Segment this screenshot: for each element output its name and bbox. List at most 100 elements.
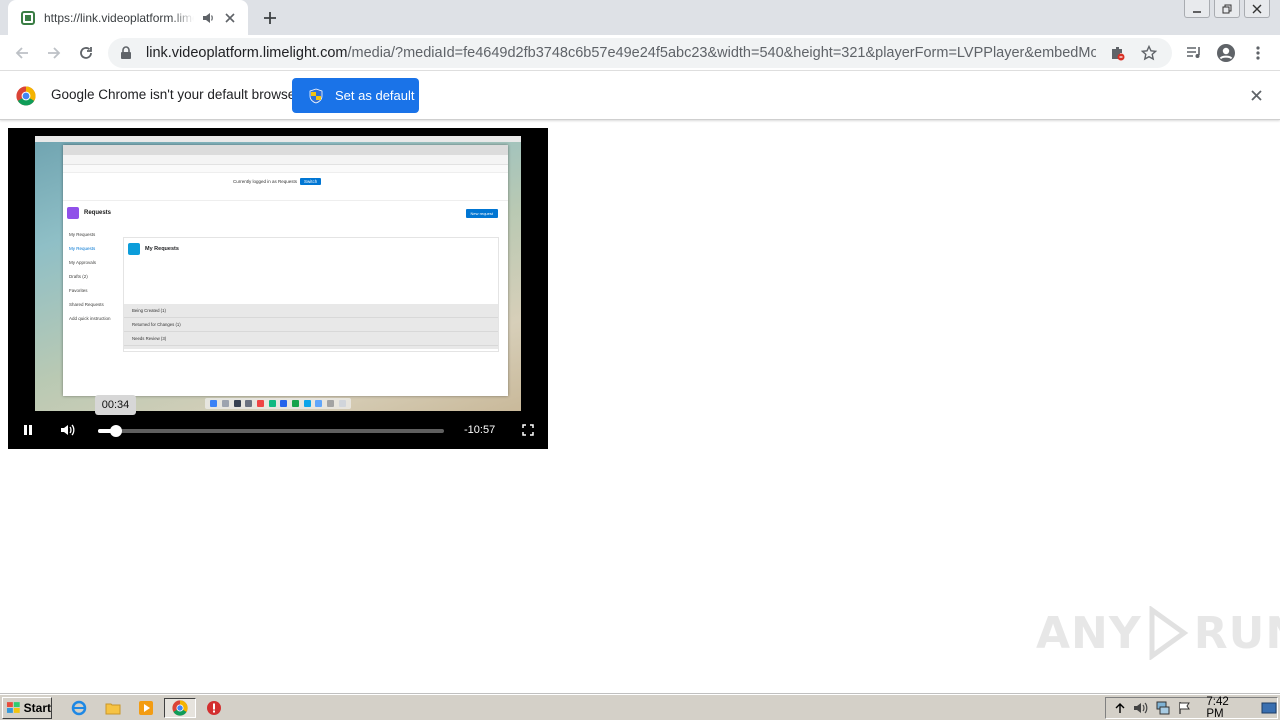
watermark-left-text: ANY [1036,607,1142,659]
close-window-button[interactable] [1244,0,1270,18]
taskbar-explorer-icon[interactable] [102,698,124,718]
windows-taskbar: Start 7:42 PM [0,694,1280,720]
url-path: /media/?mediaId=fe4649d2fb3748c6b57e49e2… [347,45,1096,61]
tray-flag-icon[interactable] [1177,700,1192,716]
player-controls: -10:57 [8,411,548,449]
fullscreen-icon [522,424,534,436]
taskbar-chrome-icon[interactable] [164,698,196,718]
restore-button[interactable] [1214,0,1240,18]
minimize-button[interactable] [1184,0,1210,18]
start-label: Start [23,701,51,715]
pause-button[interactable] [20,422,36,438]
video-frame-table: Being Created (1) Returned for Changes (… [124,304,498,349]
tray-expand-icon[interactable] [1112,700,1127,716]
video-frame-sidebar-item: Favorites [69,288,88,293]
close-icon [1252,4,1262,13]
video-frame-browser-window: Currently logged in as Requests Switch Re… [63,145,508,396]
new-tab-button[interactable] [258,6,282,30]
media-queue-icon [1187,47,1200,58]
windows-logo-icon [6,702,20,713]
browser-tab[interactable]: https://link.videoplatform.limelight.com… [8,0,248,35]
video-frame-tabs [63,145,508,155]
profile-button[interactable] [1210,37,1242,69]
video-frame-notice-button: Switch [300,178,322,185]
infobar-close-button[interactable] [1248,87,1264,103]
seek-bar-handle[interactable] [110,425,122,437]
browser-toolbar: link.videoplatform.limelight.com/media/?… [0,35,1280,71]
video-frame-sidebar-item: Add quick instruction [69,316,111,321]
video-frame-main-panel: My Requests Being Created (1) Returned f… [123,237,499,352]
video-frame-sidebar-item: My Approvals [69,260,97,265]
video-frame-table-row: Being Created (1) [124,304,498,318]
tab-audio-icon[interactable] [200,10,216,26]
video-player[interactable]: Currently logged in as Requests Switch Re… [8,128,548,449]
back-button[interactable] [6,37,38,69]
blocked-plugin-icon[interactable] [1106,42,1128,64]
arrow-right-icon [48,47,61,59]
plus-icon [264,12,276,24]
url-host: link.videoplatform.limelight.com [146,45,348,61]
taskbar-media-player-icon[interactable] [135,698,157,718]
video-frame-sidebar-item: Shared Requests [69,302,104,307]
tab-close-icon[interactable] [222,10,238,26]
arrow-left-icon [15,47,28,59]
video-frame-app-title-text: Requests [84,210,112,216]
video-frame-app-header [63,189,508,201]
address-bar[interactable]: link.videoplatform.limelight.com/media/?… [108,38,1172,68]
set-as-default-button[interactable]: Set as default [292,78,419,113]
video-frame-new-request-button: New request [465,209,498,218]
video-frame-table-row: Returned for Changes (1) [124,318,498,332]
taskbar-stop-icon[interactable] [203,698,225,718]
menu-button[interactable] [1242,37,1274,69]
show-desktop-icon[interactable] [1261,700,1277,716]
video-frame-main-title-text: My Requests [145,246,179,252]
tab-title: https://link.videoplatform.limelight.com… [44,10,194,25]
more-vertical-icon [1256,46,1260,60]
video-frame-app-title: Requests [67,207,111,219]
volume-button[interactable] [60,422,76,438]
taskbar-clock: 7:42 PM [1206,696,1229,720]
watermark-play-icon [1149,606,1189,660]
limelight-favicon-icon [20,10,36,26]
set-as-default-label: Set as default [335,88,415,103]
lock-icon[interactable] [120,46,134,60]
pause-icon [24,425,32,435]
taskbar-ie-icon[interactable] [68,698,90,718]
video-frame-main-title: My Requests [128,243,179,255]
start-button[interactable]: Start [2,697,52,719]
forward-button[interactable] [38,37,70,69]
my-requests-icon [128,243,140,255]
url-text[interactable]: link.videoplatform.limelight.com/media/?… [146,45,1096,61]
video-frame-notice: Currently logged in as Requests Switch [233,178,322,185]
reload-icon [80,47,92,59]
time-remaining: -10:57 [464,424,496,436]
tab-strip: https://link.videoplatform.limelight.com… [0,0,1280,35]
bookmark-star-icon[interactable] [1138,42,1160,64]
video-frame-sidebar-item: Drafts (2) [69,274,88,279]
requests-app-icon [67,207,79,219]
uac-shield-icon [309,88,323,103]
reload-button[interactable] [70,37,102,69]
video-frame-notice-text: Currently logged in as Requests [233,179,298,184]
default-browser-infobar: Google Chrome isn't your default browser… [0,71,1280,120]
video-frame-sidebar-item: My Requests [69,232,96,237]
media-control-button[interactable] [1178,37,1210,69]
watermark-right-text: RUN [1193,607,1280,659]
infobar-message: Google Chrome isn't your default browser [51,87,300,102]
video-frame-dock [205,398,351,409]
fullscreen-button[interactable] [520,422,536,438]
close-icon [1250,89,1262,101]
chrome-logo-icon [16,86,36,106]
account-circle-icon [1217,44,1235,62]
tray-network-icon[interactable] [1155,700,1171,716]
seek-bar[interactable] [98,425,444,437]
tray-volume-icon[interactable] [1133,700,1149,716]
minimize-icon [1193,10,1201,13]
restore-icon [1222,4,1232,13]
video-frame-address-bar [63,155,508,165]
video-frame-bookmarks-bar [63,165,508,173]
video-frame-sidebar: My Requests My Requests My Approvals Dra… [69,228,111,326]
volume-icon [61,424,75,436]
anyrun-watermark: ANY RUN [1036,606,1280,660]
video-frame-sidebar-item: My Requests [69,246,96,251]
